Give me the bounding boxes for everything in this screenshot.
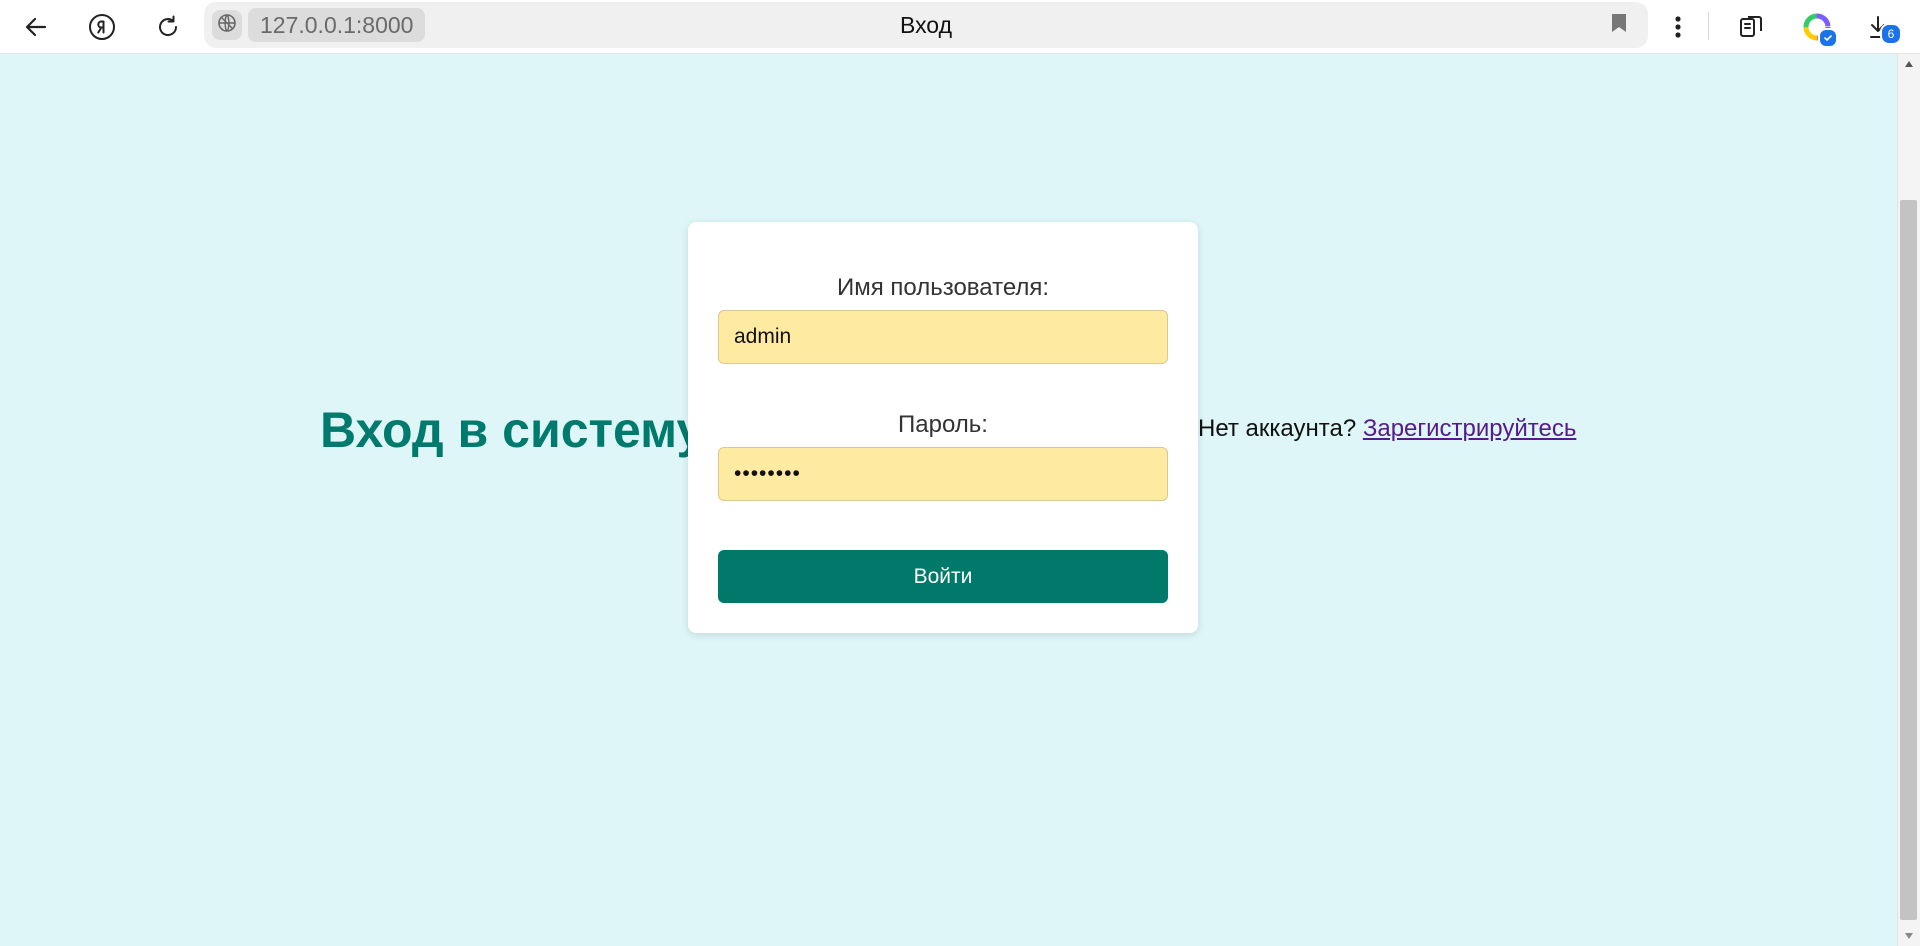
page-viewport: Вход в систему Имя пользователя: Пароль:…: [0, 54, 1897, 946]
username-label: Имя пользователя:: [836, 274, 1050, 301]
browser-menu-button[interactable]: [1658, 7, 1698, 47]
check-icon: [1818, 28, 1838, 48]
globe-icon: [217, 13, 237, 38]
register-prompt-text: Нет аккаунта?: [1198, 415, 1357, 442]
scroll-thumb[interactable]: [1900, 200, 1917, 920]
alice-assistant-button[interactable]: [1797, 7, 1838, 48]
page-heading: Вход в систему: [320, 402, 705, 458]
register-link[interactable]: Зарегистрируйтесь: [1363, 415, 1577, 442]
login-form-card: Имя пользователя: Пароль: Войти: [688, 222, 1198, 633]
scroll-down-arrow[interactable]: [1898, 926, 1920, 946]
password-input[interactable]: [718, 447, 1168, 501]
browser-toolbar: 127.0.0.1:8000 Вход 6: [0, 0, 1920, 54]
reload-button[interactable]: [148, 7, 188, 47]
scroll-up-arrow[interactable]: [1898, 54, 1920, 74]
downloads-count-badge: 6: [1880, 23, 1902, 45]
login-button[interactable]: Войти: [718, 550, 1168, 603]
back-button[interactable]: [16, 7, 56, 47]
reload-icon: [155, 14, 181, 40]
vertical-scrollbar[interactable]: [1897, 54, 1920, 946]
alice-icon: [1802, 12, 1838, 48]
address-bar[interactable]: 127.0.0.1:8000 Вход: [204, 2, 1648, 48]
bookmark-button[interactable]: [1606, 12, 1632, 38]
site-info-button[interactable]: [212, 10, 242, 40]
url-text[interactable]: 127.0.0.1:8000: [248, 8, 426, 42]
username-input[interactable]: [718, 310, 1168, 364]
kebab-menu-icon: [1674, 15, 1682, 39]
yandex-home-button[interactable]: [82, 7, 122, 47]
bookmark-icon: [1610, 12, 1628, 39]
register-prompt: Нет аккаунта? Зарегистрируйтесь: [1198, 414, 1576, 444]
yandex-icon: [88, 13, 116, 41]
toolbar-divider: [1708, 12, 1709, 40]
password-label: Пароль:: [898, 411, 988, 438]
arrow-left-icon: [23, 14, 49, 40]
collections-button[interactable]: [1732, 7, 1772, 47]
download-icon: 6: [1868, 13, 1902, 45]
collections-icon: [1738, 13, 1766, 41]
downloads-button[interactable]: 6: [1862, 7, 1902, 47]
